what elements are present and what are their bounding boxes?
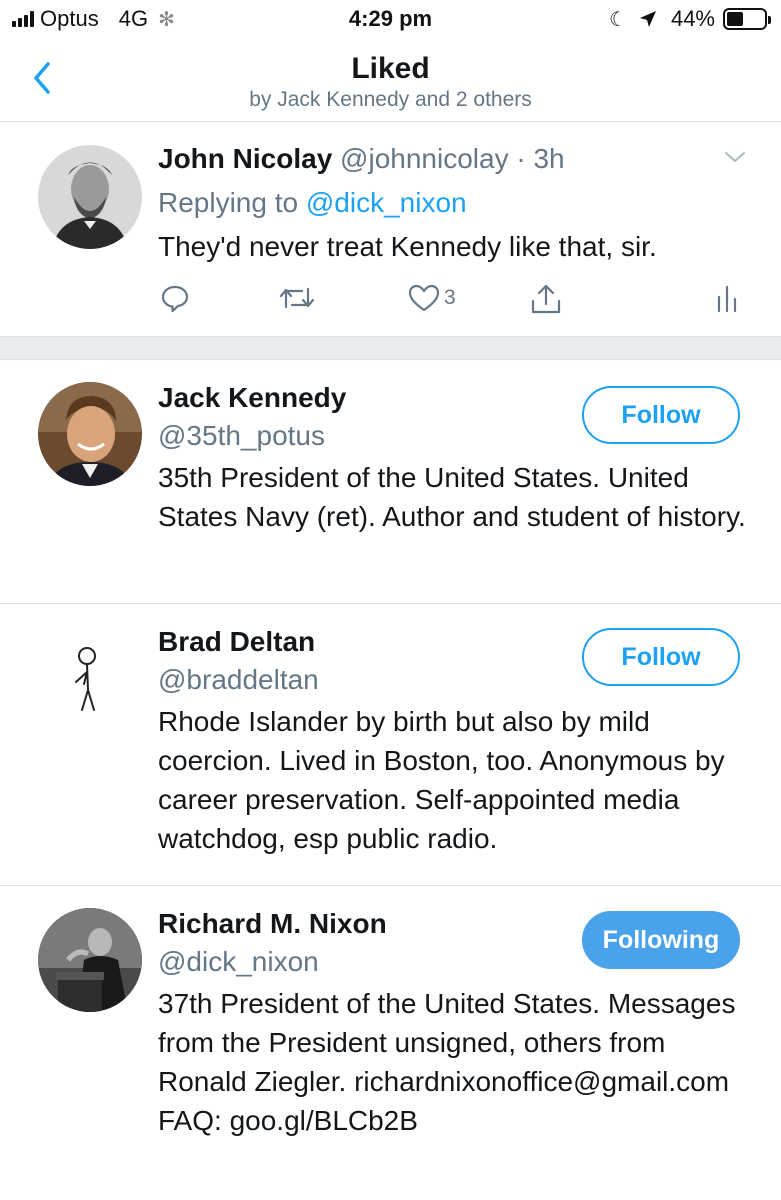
user-row[interactable]: Jack Kennedy @35th_potus 35th President … — [0, 360, 781, 604]
analytics-icon — [717, 285, 737, 313]
user-handle[interactable]: @dick_nixon — [158, 946, 319, 978]
battery-fill — [727, 12, 743, 26]
tweet-author-handle[interactable]: @johnnicolay — [340, 143, 509, 174]
like-icon — [408, 284, 440, 312]
user-handle[interactable]: @braddeltan — [158, 664, 319, 696]
user-handle[interactable]: @35th_potus — [158, 420, 325, 452]
tweet-author-avatar[interactable] — [38, 145, 142, 249]
replying-to: Replying to @dick_nixon — [158, 187, 467, 219]
nav-bar: Liked by Jack Kennedy and 2 others — [0, 40, 781, 122]
status-bar: Optus 4G ✻ 4:29 pm ☾ 44% — [0, 0, 781, 40]
share-button[interactable] — [530, 283, 562, 315]
do-not-disturb-icon: ☾ — [609, 8, 627, 31]
chevron-down-icon — [725, 152, 745, 163]
retweet-icon — [279, 287, 315, 309]
user-avatar[interactable] — [38, 382, 142, 486]
battery-percent: 44% — [670, 6, 715, 31]
tweet-separator: · — [508, 143, 534, 174]
follow-button[interactable]: Follow — [582, 386, 740, 444]
battery-icon — [723, 8, 771, 30]
user-row[interactable]: Richard M. Nixon @dick_nixon 37th Presid… — [0, 886, 781, 1200]
user-avatar[interactable] — [38, 626, 142, 730]
location-arrow-icon — [639, 10, 657, 28]
user-bio: 37th President of the United States. Mes… — [158, 988, 736, 1136]
user-row[interactable]: Brad Deltan @braddeltan Rhode Islander b… — [0, 604, 781, 886]
tweet-text: They'd never treat Kennedy like that, si… — [158, 231, 657, 262]
status-right: ☾ 44% — [609, 6, 771, 32]
like-count: 3 — [444, 286, 456, 309]
user-name[interactable]: Richard M. Nixon — [158, 908, 387, 940]
tweet-header: John Nicolay @johnnicolay · 3h — [158, 143, 565, 175]
tweet-time: 3h — [533, 143, 565, 174]
section-divider — [0, 336, 781, 360]
reply-button[interactable] — [160, 283, 190, 313]
retweet-button[interactable] — [278, 283, 316, 313]
user-name[interactable]: Brad Deltan — [158, 626, 315, 658]
page-title: Liked — [351, 52, 430, 85]
reply-icon — [161, 285, 189, 313]
replying-to-link[interactable]: @dick_nixon — [306, 187, 467, 218]
follow-button[interactable]: Follow — [582, 628, 740, 686]
page-subtitle: by Jack Kennedy and 2 others — [249, 88, 532, 111]
user-name[interactable]: Jack Kennedy — [158, 382, 346, 414]
analytics-button[interactable] — [714, 283, 740, 313]
tweet-author-name[interactable]: John Nicolay — [158, 143, 332, 174]
user-bio: 35th President of the United States. Uni… — [158, 462, 746, 532]
user-bio: Rhode Islander by birth but also by mild… — [158, 706, 725, 854]
share-icon — [531, 284, 561, 314]
tweet-actions: 3 — [0, 283, 781, 323]
like-button[interactable]: 3 — [408, 283, 456, 313]
tweet-menu-button[interactable] — [723, 149, 747, 165]
tweet[interactable]: John Nicolay @johnnicolay · 3h Replying … — [0, 123, 781, 336]
user-avatar[interactable] — [38, 908, 142, 1012]
replying-prefix: Replying to — [158, 187, 306, 218]
following-button[interactable]: Following — [582, 911, 740, 969]
